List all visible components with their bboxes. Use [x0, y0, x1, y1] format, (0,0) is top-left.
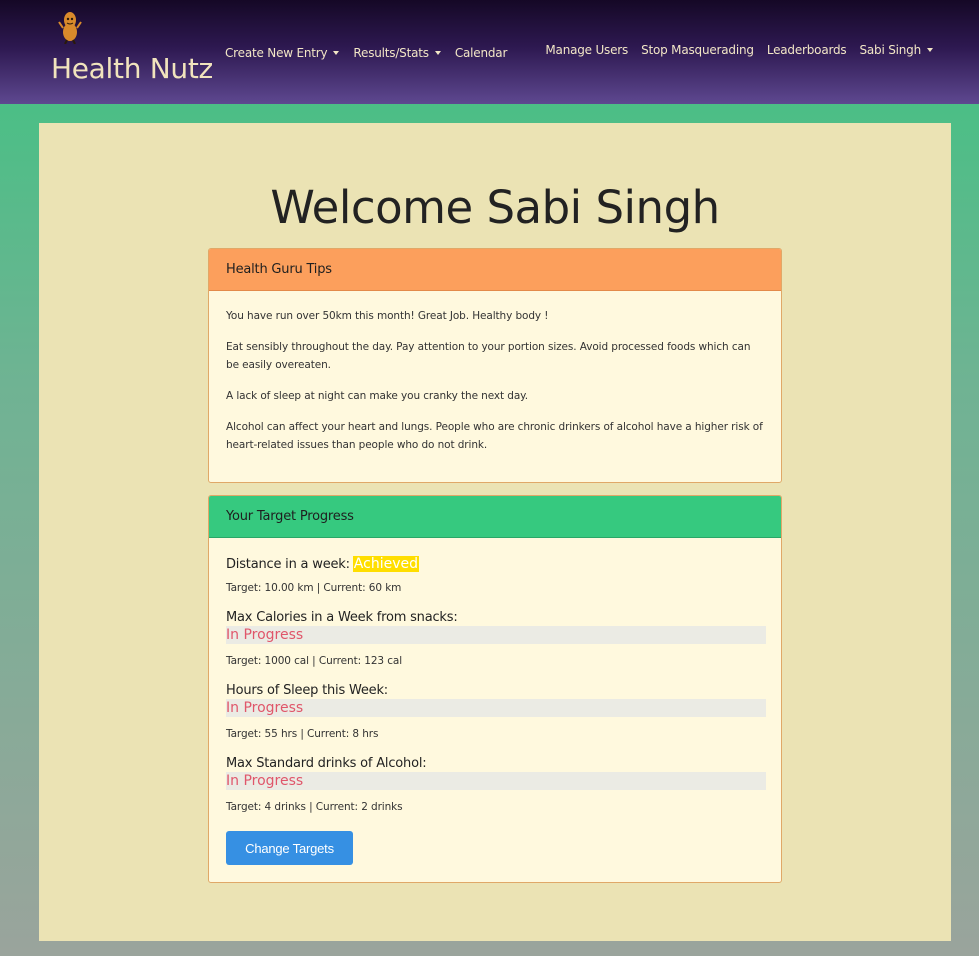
goal-distance: Distance in a week: Achieved	[226, 553, 766, 572]
goal-title: Distance in a week:	[226, 557, 350, 572]
health-tips-card: Health Guru Tips You have run over 50km …	[208, 248, 782, 483]
nav-right: Manage Users Stop Masquerading Leaderboa…	[532, 43, 933, 57]
status-badge: In Progress	[226, 626, 766, 644]
tip-text: A lack of sleep at night can make you cr…	[226, 390, 529, 402]
nav-label: Manage Users	[545, 43, 629, 57]
status-badge: In Progress	[226, 772, 766, 790]
nav-create-new-entry[interactable]: Create New Entry	[225, 46, 340, 60]
goal-title: Max Calories in a Week from snacks:	[226, 610, 458, 625]
goal-meta: Target: 4 drinks | Current: 2 drinks	[226, 801, 403, 813]
goal-meta: Target: 10.00 km | Current: 60 km	[226, 582, 402, 594]
nav-label: Results/Stats	[353, 46, 429, 60]
nav-leaderboards[interactable]: Leaderboards	[767, 43, 847, 57]
tip-item: Alcohol can affect your heart and lungs.…	[226, 418, 766, 454]
nav-manage-users[interactable]: Manage Users	[545, 43, 628, 57]
page-title: Welcome Sabi Singh	[270, 181, 720, 234]
change-targets-button[interactable]: Change Targets	[226, 831, 353, 865]
main-content: Welcome Sabi Singh Health Guru Tips You …	[39, 123, 951, 941]
nav-label: Create New Entry	[225, 46, 328, 60]
goal-title: Max Standard drinks of Alcohol:	[226, 756, 427, 771]
nav-results-stats[interactable]: Results/Stats	[353, 46, 441, 60]
peanut-mascot-icon[interactable]	[58, 10, 82, 44]
goal-alcohol: Max Standard drinks of Alcohol: In Progr…	[226, 756, 766, 790]
goal-meta: Target: 55 hrs | Current: 8 hrs	[226, 728, 379, 740]
top-navbar: Health Nutz Create New Entry Results/Sta…	[0, 0, 979, 104]
nav-stop-masquerading[interactable]: Stop Masquerading	[641, 43, 754, 57]
nav-label: Stop Masquerading	[641, 43, 754, 57]
tip-item: A lack of sleep at night can make you cr…	[226, 387, 766, 405]
nav-user-menu[interactable]: Sabi Singh	[859, 43, 933, 57]
status-badge: In Progress	[226, 699, 766, 717]
tip-item: Eat sensibly throughout the day. Pay att…	[226, 338, 766, 374]
tip-text: Alcohol can affect your heart and lungs.…	[226, 421, 763, 451]
caret-down-icon	[333, 51, 340, 55]
nav-label: Sabi Singh	[859, 43, 921, 57]
nav-label: Calendar	[454, 46, 508, 60]
nav-label: Leaderboards	[766, 43, 847, 57]
tip-item: You have run over 50km this month! Great…	[226, 307, 766, 325]
nav-left: Create New Entry Results/Stats Calendar	[225, 46, 521, 60]
target-progress-card: Your Target Progress Distance in a week:…	[208, 495, 782, 883]
status-badge: Achieved	[352, 556, 419, 572]
goal-meta: Target: 1000 cal | Current: 123 cal	[226, 655, 403, 667]
tip-text: You have run over 50km this month! Great…	[226, 310, 549, 322]
tip-text: Eat sensibly throughout the day. Pay att…	[226, 341, 751, 371]
nav-calendar[interactable]: Calendar	[454, 46, 508, 60]
caret-down-icon	[434, 51, 441, 55]
goal-sleep: Hours of Sleep this Week: In Progress	[226, 683, 766, 717]
goal-calories: Max Calories in a Week from snacks: In P…	[226, 610, 766, 644]
card-header: Health Guru Tips	[209, 249, 781, 291]
brand-name[interactable]: Health Nutz	[51, 52, 213, 85]
card-header: Your Target Progress	[209, 496, 781, 538]
goal-title: Hours of Sleep this Week:	[226, 683, 388, 698]
caret-down-icon	[927, 48, 933, 52]
